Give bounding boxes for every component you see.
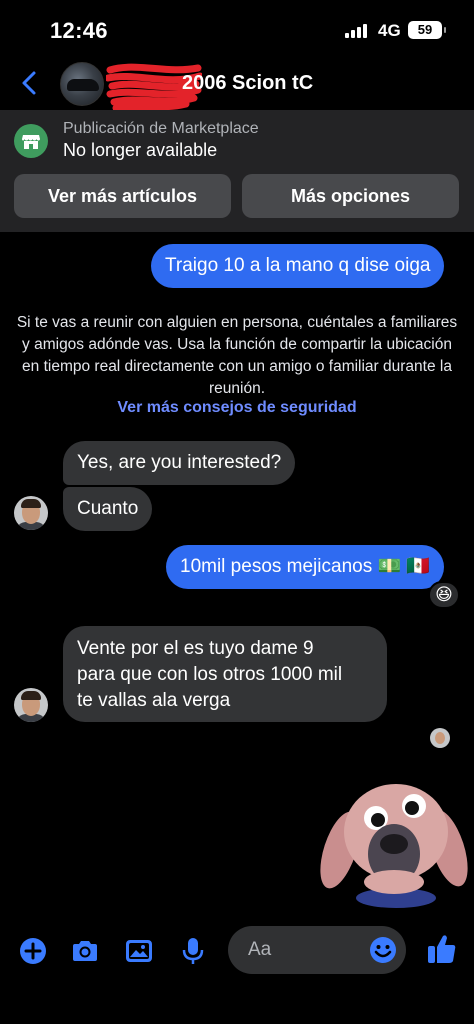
see-more-items-button[interactable]: Ver más artículos — [14, 174, 231, 218]
message-line: Vente por el es tuyo dame 9 — [77, 638, 314, 659]
microphone-icon[interactable] — [178, 936, 208, 966]
contact-avatar[interactable] — [14, 496, 48, 530]
dog-sticker[interactable] — [318, 770, 470, 912]
message-bubble-incoming[interactable]: Vente por el es tuyo dame 9 para que con… — [63, 626, 387, 722]
back-icon[interactable] — [18, 70, 42, 96]
network-type: 4G — [378, 21, 401, 40]
marketplace-store-icon — [14, 124, 48, 158]
avatar[interactable] — [60, 62, 104, 106]
message-bubble-outgoing[interactable]: 10mil pesos mejicanos 💵 🇲🇽 — [166, 545, 445, 589]
emoji-icon[interactable] — [368, 935, 398, 965]
message-bubble-outgoing[interactable]: Traigo 10 a la mano q dise oiga — [151, 244, 445, 288]
safety-notice: Si te vas a reunir con alguien en person… — [16, 314, 458, 397]
message-line: para que con los otros 1000 mil — [77, 664, 343, 685]
marketplace-label: Publicación de Marketplace — [63, 120, 259, 137]
thumbs-up-icon[interactable] — [426, 932, 458, 966]
plus-icon[interactable] — [18, 936, 48, 966]
status-time: 12:46 — [50, 18, 108, 43]
read-receipt-avatar — [430, 728, 450, 748]
camera-icon[interactable] — [70, 936, 100, 966]
message-bubble-incoming[interactable]: Cuanto — [63, 487, 153, 531]
message-input[interactable]: Aa — [228, 926, 406, 974]
chat-title[interactable]: 2006 Scion tC — [182, 72, 313, 95]
message-line: te vallas ala verga — [77, 690, 231, 711]
battery-icon: 59 — [408, 21, 446, 39]
message-bubble-incoming[interactable]: Yes, are you interested? — [63, 441, 296, 485]
laughing-reaction-icon[interactable]: 😆 — [428, 581, 460, 609]
safety-tips-link[interactable]: Ver más consejos de seguridad — [0, 399, 474, 417]
listing-status: No longer available — [63, 140, 218, 160]
message-composer: Aa — [0, 914, 474, 1024]
marketplace-panel: Publicación de Marketplace No longer ava… — [0, 110, 474, 232]
image-icon[interactable] — [124, 936, 154, 966]
status-bar: 12:46 4G 59 — [0, 0, 474, 58]
contact-avatar[interactable] — [14, 688, 48, 722]
more-options-button[interactable]: Más opciones — [242, 174, 459, 218]
signal-icon — [345, 24, 371, 38]
chat-header: 2006 Scion tC — [0, 58, 474, 112]
message-input-placeholder: Aa — [248, 939, 272, 960]
